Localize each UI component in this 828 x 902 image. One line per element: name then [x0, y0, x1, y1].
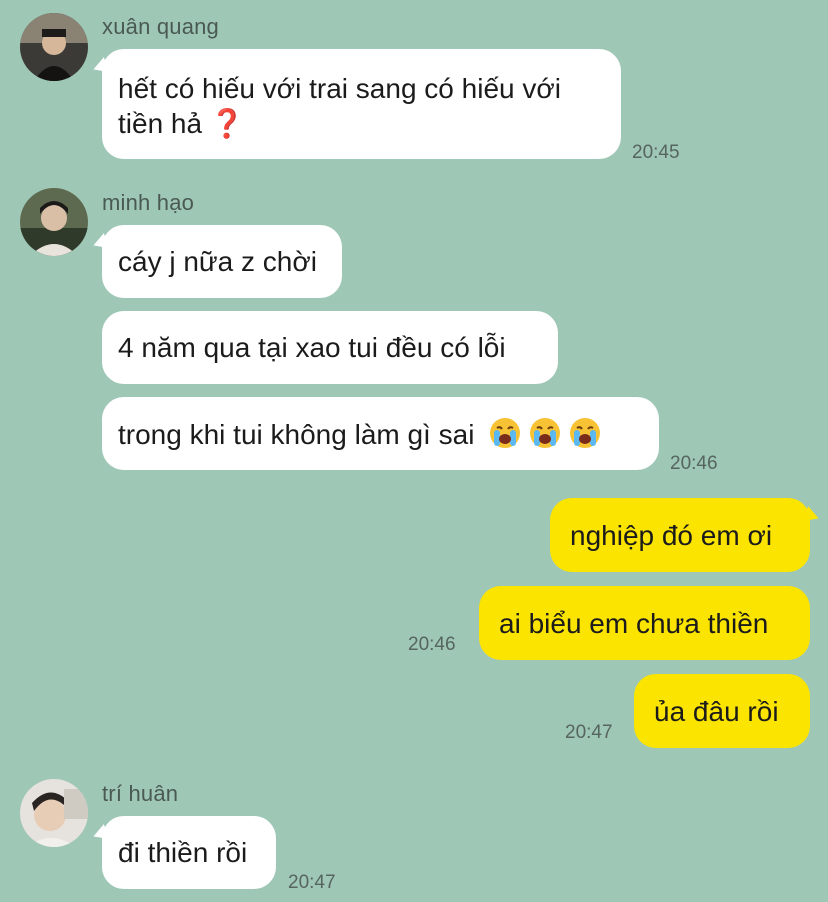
message-text: hết có hiếu với trai sang có hiếu với	[118, 73, 561, 104]
sender-name: trí huân	[102, 781, 179, 806]
message-text: trong khi tui không làm gì sai	[118, 419, 475, 450]
message-timestamp: 20:45	[632, 142, 680, 163]
message-bubble[interactable]: trong khi tui không làm gì sai	[102, 397, 659, 470]
message-timestamp: 20:47	[288, 872, 336, 893]
loudly-crying-face-icon	[490, 418, 521, 448]
avatar-minh-hao[interactable]	[20, 188, 88, 256]
question-mark-emoji: ❓	[209, 108, 245, 139]
message-text: ủa đâu rồi	[654, 696, 779, 727]
avatar-tri-huan[interactable]	[20, 779, 88, 847]
message-timestamp: 20:47	[565, 722, 613, 743]
loudly-crying-face-icon	[570, 418, 601, 448]
message-bubble[interactable]: nghiệp đó em ơi	[550, 498, 810, 572]
message-text: nghiệp đó em ơi	[570, 520, 773, 551]
message-bubble[interactable]: hết có hiếu với trai sang có hiếu với ti…	[102, 49, 621, 159]
message-bubble[interactable]: 4 năm qua tại xao tui đều có lỗi	[102, 311, 558, 384]
message-bubble[interactable]: đi thiền rồi	[102, 816, 276, 889]
message-timestamp: 20:46	[670, 453, 718, 474]
message-text: đi thiền rồi	[118, 837, 248, 868]
message-text: cáy j nữa z chời	[118, 246, 317, 277]
sender-name: minh hạo	[102, 190, 195, 215]
loudly-crying-face-icon	[530, 418, 561, 448]
message-bubble[interactable]: ủa đâu rồi	[634, 674, 810, 748]
message-text: ai biểu em chưa thiền	[499, 608, 769, 639]
sender-name: xuân quang	[102, 14, 219, 39]
message-bubble[interactable]: cáy j nữa z chời	[102, 225, 342, 298]
message-bubble[interactable]: ai biểu em chưa thiền	[479, 586, 810, 660]
message-text: tiền hả	[118, 108, 203, 139]
avatar-xuan-quang[interactable]	[20, 13, 88, 81]
message-timestamp: 20:46	[408, 634, 456, 655]
message-text: 4 năm qua tại xao tui đều có lỗi	[118, 332, 506, 363]
